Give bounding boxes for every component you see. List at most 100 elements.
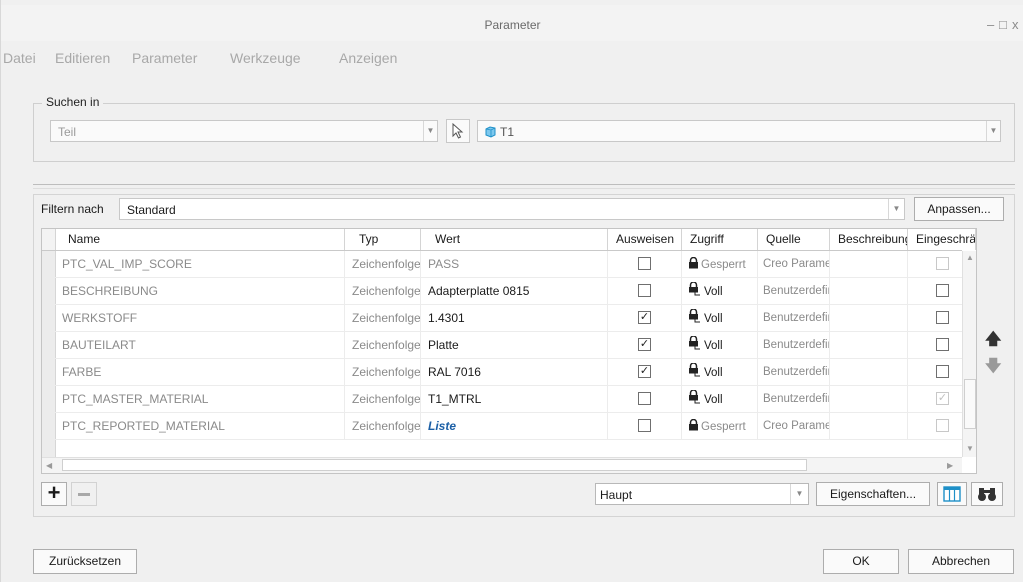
column-header-restricted[interactable]: Eingeschränkt <box>908 229 976 250</box>
access-cell[interactable]: Gesperrt <box>682 413 758 439</box>
column-header-value[interactable]: Wert <box>421 229 608 250</box>
column-header-name[interactable]: Name <box>56 229 345 250</box>
description-cell[interactable] <box>830 386 908 412</box>
vertical-scrollbar[interactable]: ▲ ▼ <box>962 251 976 457</box>
source-cell[interactable]: Benutzerdefiniert <box>758 332 830 358</box>
restricted-checkbox[interactable] <box>936 284 949 297</box>
designate-cell[interactable] <box>608 251 682 277</box>
type-cell[interactable]: Zeichenfolge <box>345 413 421 439</box>
customize-button[interactable]: Anpassen... <box>914 197 1004 221</box>
view-select[interactable]: Haupt ▼ <box>595 483 809 505</box>
restricted-cell[interactable] <box>908 332 962 358</box>
move-up-icon[interactable]: 🡅 <box>985 328 1001 355</box>
table-row[interactable]: PTC_MASTER_MATERIAL Zeichenfolge T1_MTRL Vo… <box>42 386 962 413</box>
item-select[interactable]: T1 ▼ <box>477 120 1001 142</box>
designate-cell[interactable] <box>608 386 682 412</box>
description-cell[interactable] <box>830 359 908 385</box>
scroll-left-icon[interactable]: ◀ <box>46 461 52 470</box>
value-cell[interactable]: Adapterplatte 0815 <box>421 278 608 304</box>
access-cell[interactable]: Voll <box>682 305 758 331</box>
column-header-access[interactable]: Zugriff <box>682 229 758 250</box>
column-header-source[interactable]: Quelle <box>758 229 830 250</box>
designate-checkbox[interactable] <box>638 284 651 297</box>
value-cell[interactable]: PASS <box>421 251 608 277</box>
source-cell[interactable]: Creo Parametric <box>758 251 830 277</box>
scroll-thumb[interactable] <box>964 379 976 429</box>
cancel-button[interactable]: Abbrechen <box>908 549 1014 574</box>
designate-checkbox[interactable]: ✓ <box>638 365 651 378</box>
name-cell[interactable]: WERKSTOFF <box>56 305 345 331</box>
access-cell[interactable]: Gesperrt <box>682 251 758 277</box>
value-cell[interactable]: Platte <box>421 332 608 358</box>
close-icon[interactable]: x <box>1012 17 1019 32</box>
name-cell[interactable]: PTC_MASTER_MATERIAL <box>56 386 345 412</box>
value-cell[interactable]: T1_MTRL <box>421 386 608 412</box>
value-cell[interactable]: Liste <box>421 413 608 439</box>
designate-checkbox[interactable] <box>638 392 651 405</box>
restricted-cell[interactable] <box>908 278 962 304</box>
column-header-designate[interactable]: Ausweisen <box>608 229 682 250</box>
source-cell[interactable]: Benutzerdefiniert <box>758 386 830 412</box>
type-cell[interactable]: Zeichenfolge <box>345 251 421 277</box>
restricted-cell[interactable] <box>908 305 962 331</box>
ok-button[interactable]: OK <box>823 549 899 574</box>
remove-parameter-button[interactable] <box>71 482 97 506</box>
value-cell[interactable]: RAL 7016 <box>421 359 608 385</box>
scroll-up-icon[interactable]: ▲ <box>966 253 974 262</box>
restricted-cell[interactable]: ✓ <box>908 386 962 412</box>
scope-select[interactable]: Teil ▼ <box>50 120 438 142</box>
table-row[interactable]: WERKSTOFF Zeichenfolge 1.4301 ✓ Voll Benutzer… <box>42 305 962 332</box>
column-header-description[interactable]: Beschreibung <box>830 229 908 250</box>
reset-button[interactable]: Zurücksetzen <box>33 549 137 574</box>
find-button[interactable] <box>971 482 1003 506</box>
designate-cell[interactable] <box>608 413 682 439</box>
scroll-down-icon[interactable]: ▼ <box>966 444 974 453</box>
name-cell[interactable]: PTC_REPORTED_MATERIAL <box>56 413 345 439</box>
maximize-icon[interactable]: □ <box>999 17 1007 32</box>
source-cell[interactable]: Benutzerdefiniert <box>758 305 830 331</box>
value-cell[interactable]: 1.4301 <box>421 305 608 331</box>
scroll-thumb[interactable] <box>62 459 807 471</box>
name-cell[interactable]: BAUTEILART <box>56 332 345 358</box>
designate-cell[interactable]: ✓ <box>608 332 682 358</box>
add-parameter-button[interactable]: + <box>41 482 67 506</box>
designate-cell[interactable]: ✓ <box>608 359 682 385</box>
table-row[interactable]: FARBE Zeichenfolge RAL 7016 ✓ Voll Benutzerde… <box>42 359 962 386</box>
type-cell[interactable]: Zeichenfolge <box>345 305 421 331</box>
table-row[interactable]: PTC_VAL_IMP_SCORE Zeichenfolge PASS Gesperr… <box>42 251 962 278</box>
menu-werkzeuge[interactable]: Werkzeuge <box>230 50 301 66</box>
type-cell[interactable]: Zeichenfolge <box>345 332 421 358</box>
name-cell[interactable]: PTC_VAL_IMP_SCORE <box>56 251 345 277</box>
designate-checkbox[interactable]: ✓ <box>638 338 651 351</box>
horizontal-scrollbar[interactable]: ◀ ▶ <box>42 457 962 473</box>
source-cell[interactable]: Benutzerdefiniert <box>758 359 830 385</box>
type-cell[interactable]: Zeichenfolge <box>345 278 421 304</box>
access-cell[interactable]: Voll <box>682 332 758 358</box>
type-cell[interactable]: Zeichenfolge <box>345 386 421 412</box>
designate-checkbox[interactable] <box>638 419 651 432</box>
description-cell[interactable] <box>830 251 908 277</box>
access-cell[interactable]: Voll <box>682 386 758 412</box>
designate-cell[interactable]: ✓ <box>608 305 682 331</box>
restricted-cell[interactable] <box>908 251 962 277</box>
table-row[interactable]: PTC_REPORTED_MATERIAL Zeichenfolge Liste Ge… <box>42 413 962 440</box>
restricted-cell[interactable] <box>908 413 962 439</box>
restricted-checkbox[interactable] <box>936 338 949 351</box>
restricted-checkbox[interactable]: ✓ <box>936 392 949 405</box>
select-pointer-button[interactable] <box>446 119 470 143</box>
menu-datei[interactable]: Datei <box>3 50 36 66</box>
restricted-checkbox[interactable] <box>936 311 949 324</box>
move-down-icon[interactable]: 🡇 <box>985 355 1001 382</box>
minimize-icon[interactable]: – <box>987 17 994 32</box>
description-cell[interactable] <box>830 413 908 439</box>
type-cell[interactable]: Zeichenfolge <box>345 359 421 385</box>
menu-anzeigen[interactable]: Anzeigen <box>339 50 397 66</box>
access-cell[interactable]: Voll <box>682 359 758 385</box>
column-header-type[interactable]: Typ <box>345 229 421 250</box>
scroll-right-icon[interactable]: ▶ <box>947 461 953 470</box>
designate-checkbox[interactable] <box>638 257 651 270</box>
properties-button[interactable]: Eigenschaften... <box>816 482 930 506</box>
access-cell[interactable]: Voll <box>682 278 758 304</box>
description-cell[interactable] <box>830 332 908 358</box>
table-row[interactable]: BAUTEILART Zeichenfolge Platte ✓ Voll Benutze… <box>42 332 962 359</box>
